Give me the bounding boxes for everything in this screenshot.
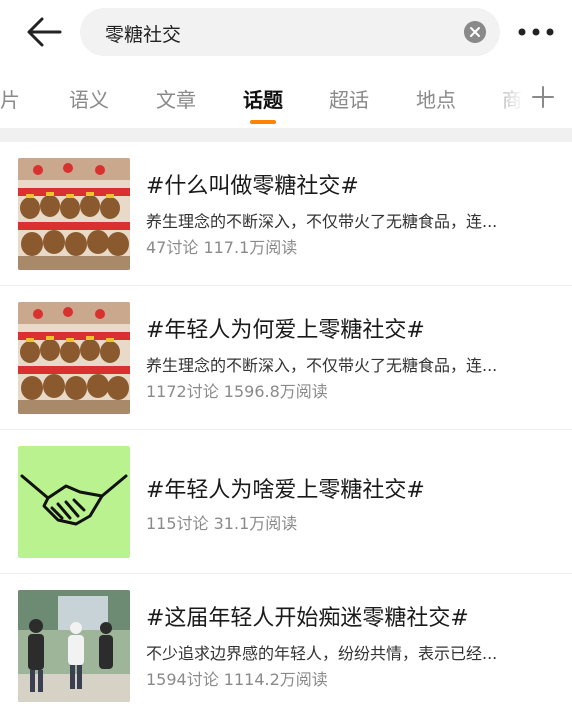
topic-title[interactable]: #这届年轻人开始痴迷零糖社交# <box>146 600 469 632</box>
topic-description: 养生理念的不断深入，不仅带火了无糖食品，连... <box>146 356 498 375</box>
more-options-icon[interactable] <box>516 26 556 38</box>
handshake-icon <box>18 446 130 558</box>
add-tab-icon[interactable] <box>532 86 554 108</box>
topic-stats: 47讨论 117.1万阅读 <box>146 238 298 257</box>
clear-search-icon[interactable] <box>464 21 486 43</box>
topic-stats: 115讨论 31.1万阅读 <box>146 514 298 533</box>
topic-thumbnail <box>18 158 130 270</box>
tab-locations[interactable]: 地点 <box>416 84 456 113</box>
plush-toys-photo <box>18 158 130 270</box>
topic-stats: 1594讨论 1114.2万阅读 <box>146 670 328 689</box>
tab-semantic[interactable]: 语义 <box>69 84 109 113</box>
topic-title[interactable]: #什么叫做零糖社交# <box>146 168 359 200</box>
search-query[interactable]: 零糖社交 <box>105 20 181 47</box>
back-arrow-icon[interactable] <box>24 14 64 50</box>
topic-list: #什么叫做零糖社交# 养生理念的不断深入，不仅带火了无糖食品，连... 47讨论… <box>0 142 572 717</box>
topic-thumbnail <box>18 590 130 702</box>
active-tab-indicator <box>250 120 276 124</box>
topic-description: 不少追求边界感的年轻人，纷纷共情，表示已经... <box>146 644 498 663</box>
topic-title[interactable]: #年轻人为啥爱上零糖社交# <box>146 472 425 504</box>
topic-item[interactable]: #这届年轻人开始痴迷零糖社交# 不少追求边界感的年轻人，纷纷共情，表示已经...… <box>0 573 572 717</box>
people-photo <box>18 590 130 702</box>
section-divider <box>0 128 572 142</box>
topic-item[interactable]: #年轻人为啥爱上零糖社交# 115讨论 31.1万阅读 <box>0 429 572 573</box>
top-bar: 零糖社交 <box>0 0 572 62</box>
topic-stats: 1172讨论 1596.8万阅读 <box>146 382 328 401</box>
tab-super-topics[interactable]: 超话 <box>329 84 369 113</box>
plush-toys-photo <box>18 302 130 414</box>
tab-topics[interactable]: 话题 <box>243 84 283 113</box>
tab-images[interactable]: 图片 <box>0 84 20 113</box>
tabs-fade <box>486 66 572 122</box>
topic-thumbnail <box>18 302 130 414</box>
topic-thumbnail <box>18 446 130 558</box>
topic-description: 养生理念的不断深入，不仅带火了无糖食品，连... <box>146 212 498 231</box>
topic-item[interactable]: #年轻人为何爱上零糖社交# 养生理念的不断深入，不仅带火了无糖食品，连... 1… <box>0 285 572 429</box>
tab-articles[interactable]: 文章 <box>156 84 196 113</box>
topic-title[interactable]: #年轻人为何爱上零糖社交# <box>146 312 425 344</box>
topic-item[interactable]: #什么叫做零糖社交# 养生理念的不断深入，不仅带火了无糖食品，连... 47讨论… <box>0 142 572 285</box>
search-input[interactable]: 零糖社交 <box>80 8 500 56</box>
